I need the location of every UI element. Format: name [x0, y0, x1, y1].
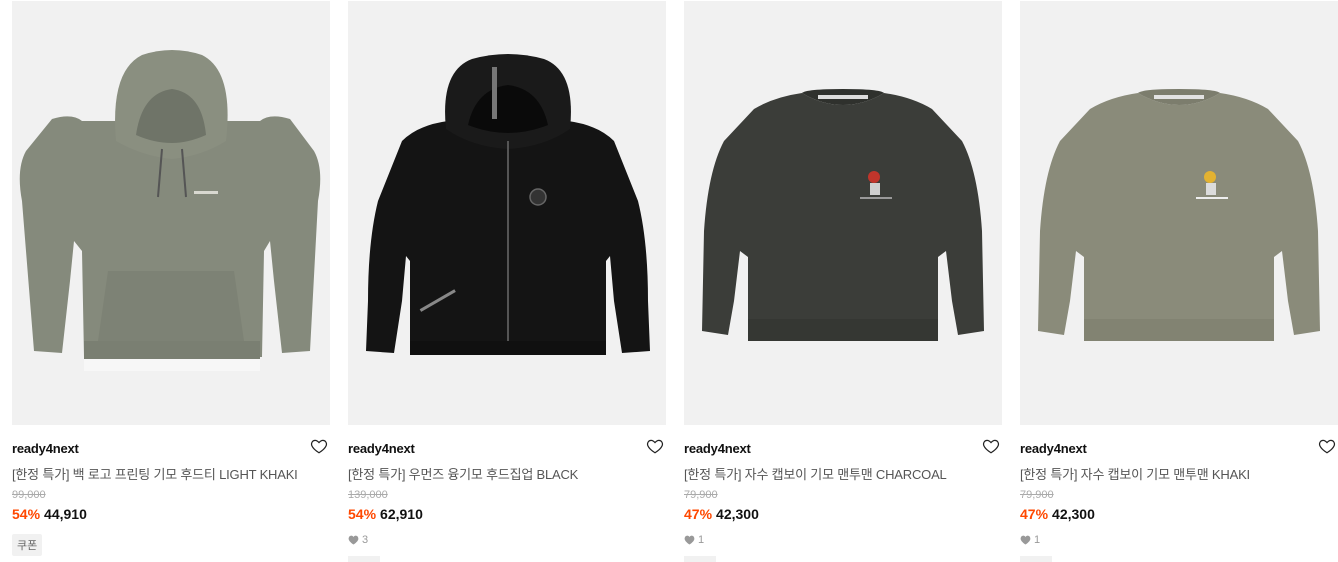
- product-card[interactable]: ready4next [한정 특가] 우먼즈 융기모 후드집업 BLACK 13…: [348, 0, 666, 562]
- price-row: 47% 42,300: [684, 506, 759, 522]
- heart-filled-icon: [348, 535, 359, 545]
- heart-filled-icon: [1020, 535, 1031, 545]
- black-zip-hoodie-illustration: [366, 54, 650, 355]
- product-image-black-zip-hoodie[interactable]: [348, 1, 666, 425]
- like-count-value: 1: [1034, 534, 1041, 546]
- product-card[interactable]: ready4next [한정 특가] 자수 캡보이 기모 맨투맨 CHARCOA…: [684, 0, 1002, 562]
- khaki-sweatshirt-illustration: [1038, 89, 1320, 341]
- like-count-value: 3: [362, 534, 369, 546]
- coupon-badge: 쿠폰: [12, 534, 43, 556]
- tag-placeholder: [1020, 556, 1052, 562]
- product-image-khaki-hoodie[interactable]: [12, 1, 330, 425]
- sale-price: 42,300: [1052, 506, 1095, 522]
- product-image-charcoal-sweatshirt[interactable]: [684, 1, 1002, 425]
- like-count: 1: [684, 534, 704, 546]
- price-row: 47% 42,300: [1020, 506, 1095, 522]
- product-brand[interactable]: ready4next: [1020, 441, 1087, 456]
- like-count: 1: [1020, 534, 1040, 546]
- tag-placeholder: [684, 556, 716, 562]
- heart-outline-icon[interactable]: [310, 437, 328, 455]
- heart-outline-icon[interactable]: [1318, 437, 1336, 455]
- heart-outline-icon[interactable]: [646, 437, 664, 455]
- product-card[interactable]: ready4next [한정 특가] 자수 캡보이 기모 맨투맨 KHAKI 7…: [1020, 0, 1338, 562]
- discount-rate: 54%: [348, 506, 377, 522]
- sale-price: 42,300: [716, 506, 759, 522]
- discount-rate: 47%: [1020, 506, 1049, 522]
- khaki-hoodie-illustration: [19, 50, 321, 371]
- product-grid: ready4next [한정 특가] 백 로고 프린팅 기모 후드티 LIGHT…: [0, 0, 1338, 562]
- heart-outline-icon[interactable]: [982, 437, 1000, 455]
- original-price: 79,900: [1020, 489, 1054, 501]
- product-brand[interactable]: ready4next: [348, 441, 415, 456]
- product-brand[interactable]: ready4next: [12, 441, 79, 456]
- tag-placeholder: [348, 556, 380, 562]
- product-title[interactable]: [한정 특가] 백 로고 프린팅 기모 후드티 LIGHT KHAKI: [12, 464, 298, 483]
- product-image-khaki-sweatshirt[interactable]: [1020, 1, 1338, 425]
- discount-rate: 54%: [12, 506, 41, 522]
- product-card[interactable]: ready4next [한정 특가] 백 로고 프린팅 기모 후드티 LIGHT…: [12, 0, 330, 562]
- product-title[interactable]: [한정 특가] 자수 캡보이 기모 맨투맨 CHARCOAL: [684, 464, 947, 483]
- like-count: 3: [348, 534, 368, 546]
- sale-price: 44,910: [44, 506, 87, 522]
- original-price: 99,000: [12, 489, 46, 501]
- like-count-value: 1: [698, 534, 705, 546]
- original-price: 79,900: [684, 489, 718, 501]
- price-row: 54% 44,910: [12, 506, 87, 522]
- original-price: 139,000: [348, 489, 388, 501]
- price-row: 54% 62,910: [348, 506, 423, 522]
- heart-filled-icon: [684, 535, 695, 545]
- sale-price: 62,910: [380, 506, 423, 522]
- product-title[interactable]: [한정 특가] 우먼즈 융기모 후드집업 BLACK: [348, 464, 578, 483]
- charcoal-sweatshirt-illustration: [702, 89, 984, 341]
- discount-rate: 47%: [684, 506, 713, 522]
- product-brand[interactable]: ready4next: [684, 441, 751, 456]
- product-title[interactable]: [한정 특가] 자수 캡보이 기모 맨투맨 KHAKI: [1020, 464, 1250, 483]
